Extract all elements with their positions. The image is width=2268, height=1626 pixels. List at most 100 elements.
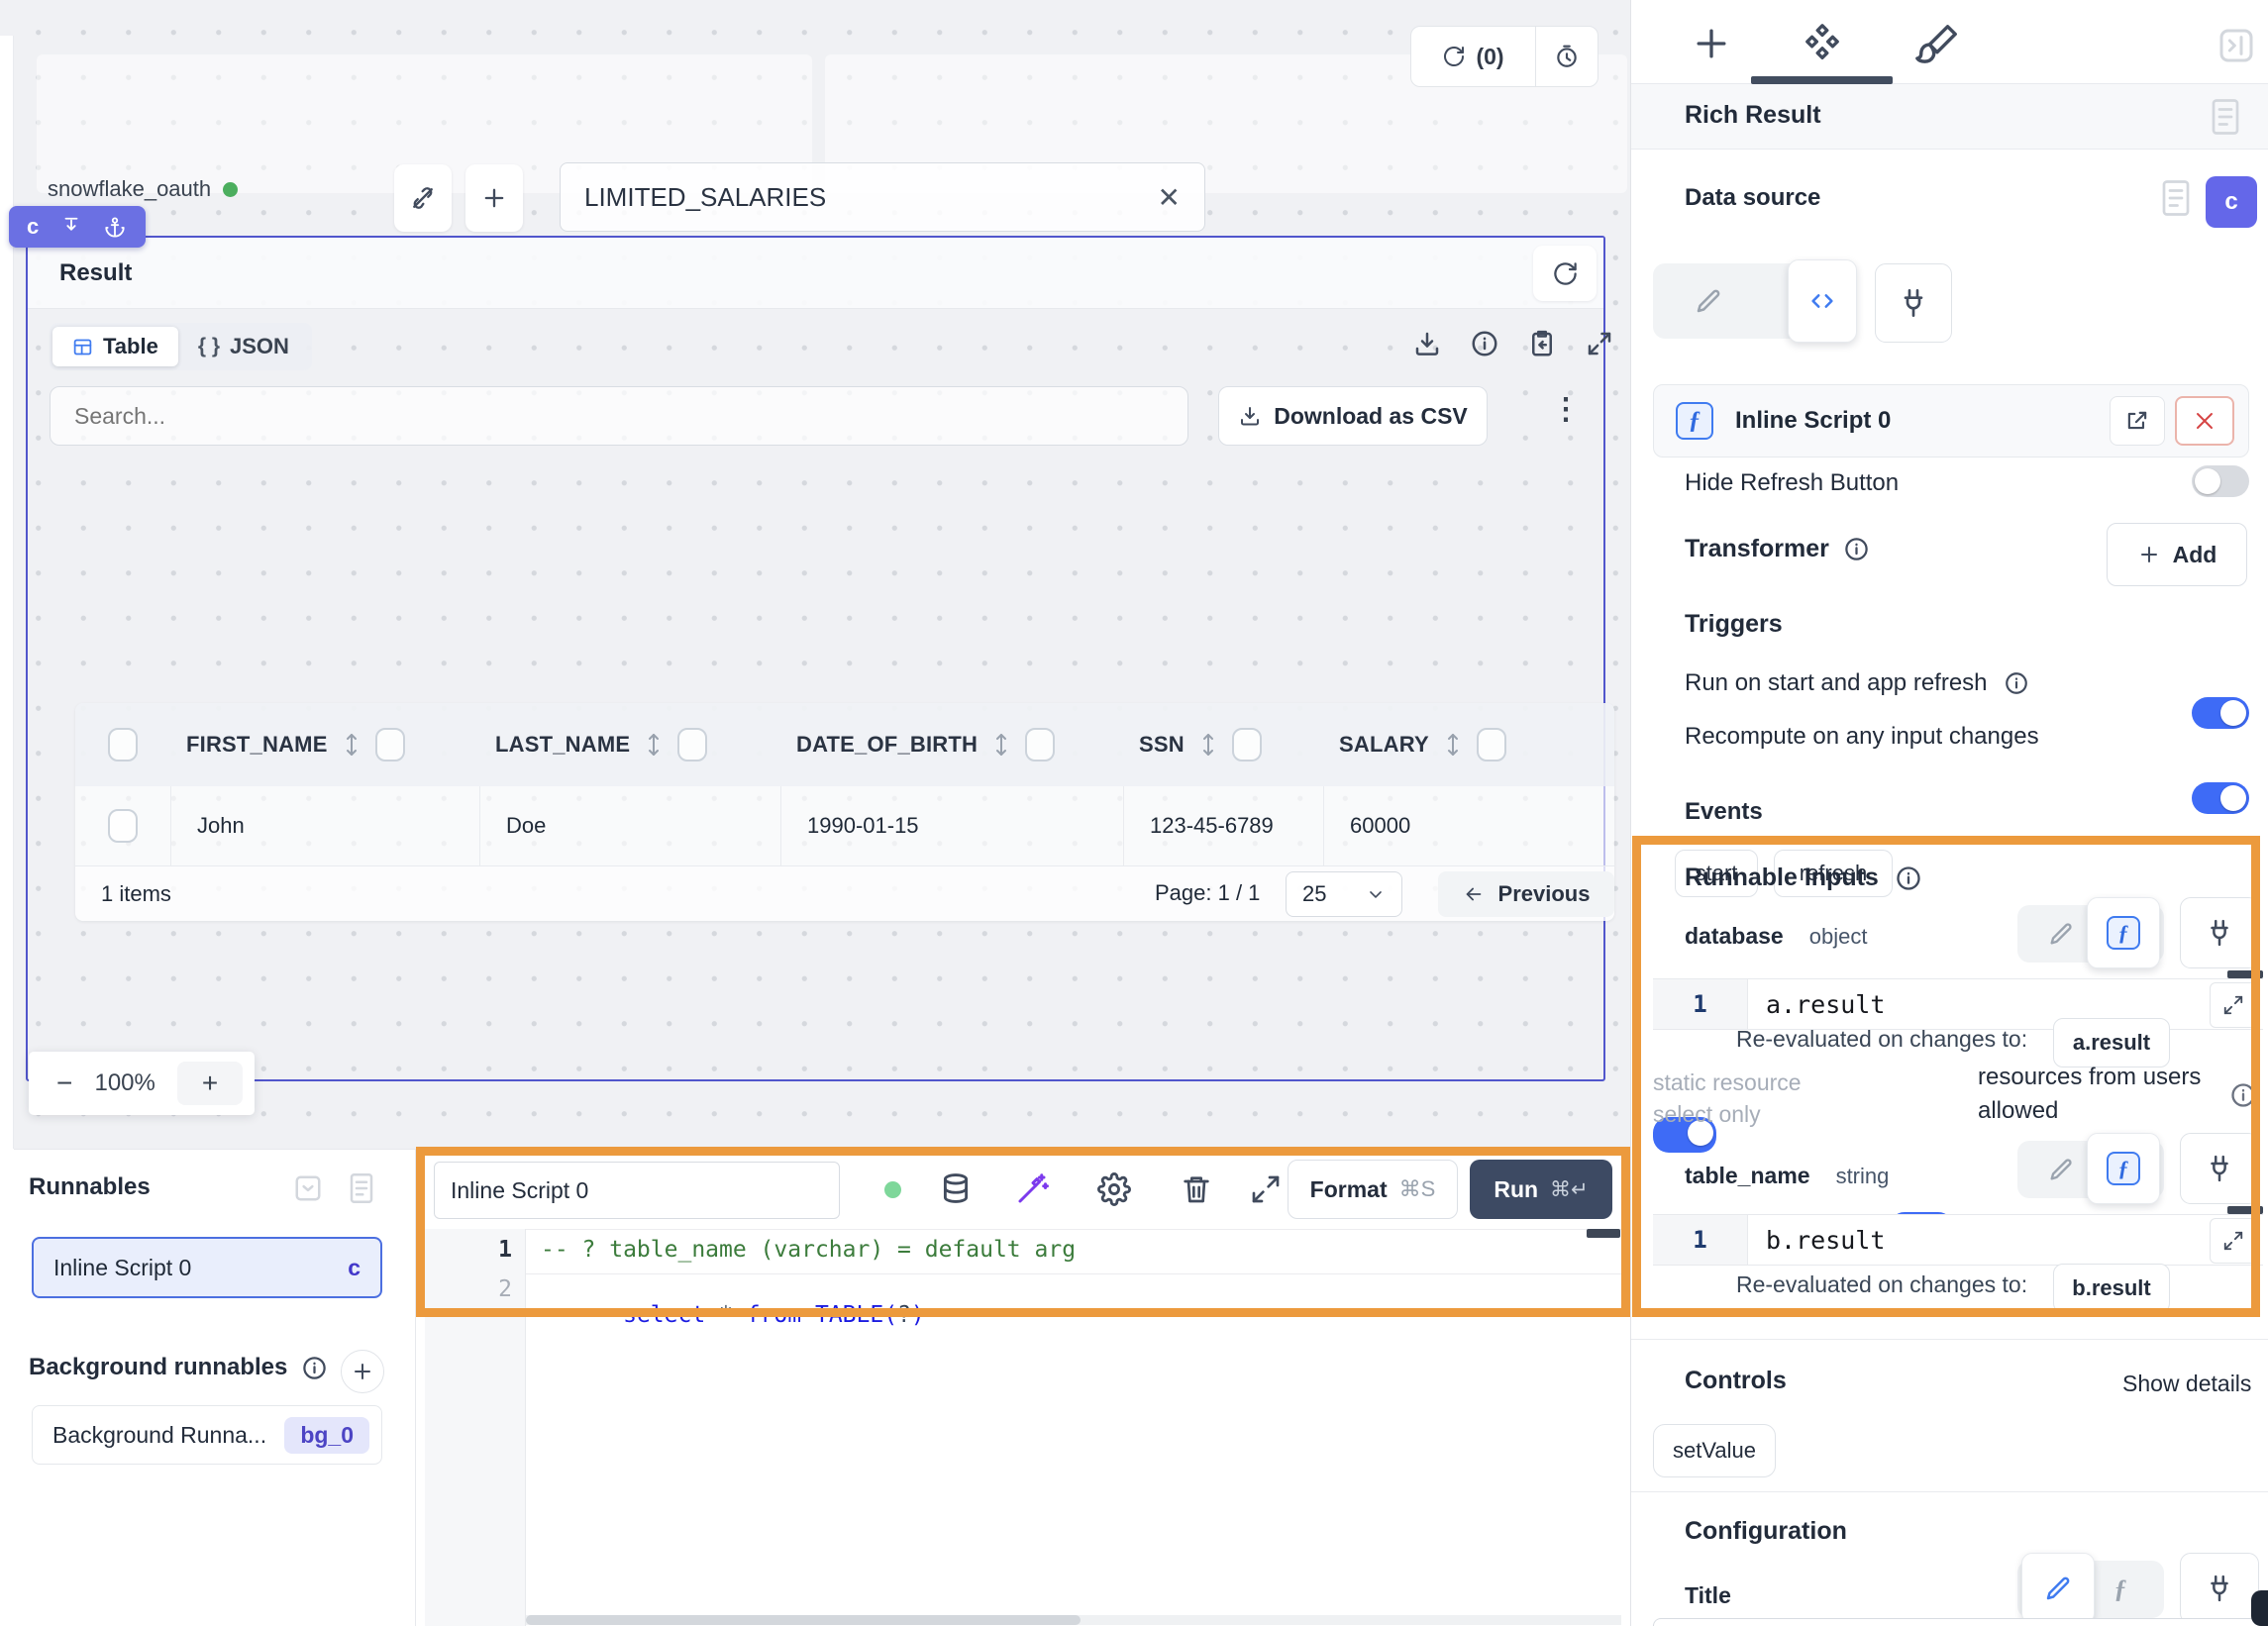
table-name-connect-button[interactable] (2180, 1133, 2259, 1204)
result-refresh-button[interactable] (1533, 246, 1597, 301)
open-script-button[interactable] (2110, 396, 2165, 446)
sort-icon[interactable] (991, 732, 1011, 758)
info-icon[interactable] (2004, 670, 2029, 696)
ai-wand-icon[interactable] (1014, 1171, 1050, 1207)
run-on-start-toggle[interactable] (2192, 697, 2249, 729)
runnable-badge: c (348, 1255, 361, 1281)
search-input[interactable] (74, 403, 1164, 430)
table-row[interactable]: John Doe 1990-01-15 123-45-6789 60000 (75, 786, 1614, 865)
previous-page-button[interactable]: Previous (1438, 871, 1614, 917)
zoom-in-button[interactable]: + (177, 1062, 243, 1105)
code-line-1[interactable]: -- ? table_name (varchar) = default arg (541, 1237, 1076, 1263)
expand-code-button[interactable] (2210, 982, 2257, 1028)
runnable-item-selected[interactable]: Inline Script 0 c (32, 1237, 382, 1298)
run-button[interactable]: Run ⌘↵ (1470, 1160, 1612, 1219)
delete-icon[interactable] (1181, 1172, 1212, 1206)
info-icon[interactable] (1470, 329, 1499, 358)
fullscreen-icon[interactable] (1585, 329, 1614, 358)
control-pill-setvalue[interactable]: setValue (1653, 1424, 1776, 1477)
database-function-mode-active[interactable]: ƒ (2087, 897, 2160, 968)
tab-add-component-icon[interactable] (1690, 22, 1733, 65)
column-checkbox[interactable] (1025, 728, 1055, 762)
editor-hscroll-thumb[interactable] (526, 1615, 1081, 1625)
sort-icon[interactable] (342, 732, 361, 758)
format-button[interactable]: Format ⌘S (1288, 1160, 1458, 1219)
clear-input-icon[interactable]: ✕ (1158, 181, 1181, 214)
background-runnable-item[interactable]: Background Runna... bg_0 (32, 1405, 382, 1465)
settings-gear-icon[interactable] (1097, 1172, 1131, 1206)
database-code-input[interactable]: 1 a.result (1653, 978, 2263, 1030)
add-query-button[interactable] (465, 164, 523, 232)
row-checkbox[interactable] (108, 809, 138, 843)
tab-json[interactable]: { } JSON (178, 327, 309, 366)
tab-styles-icon[interactable] (1914, 22, 1960, 67)
unlink-button[interactable] (394, 164, 452, 232)
title-edit-mode-active[interactable] (2021, 1553, 2095, 1624)
collapse-panel-icon[interactable] (2216, 26, 2256, 65)
app-canvas[interactable]: (0) snowflake_oauth ✕ c (0, 0, 1630, 1149)
sort-icon[interactable] (1443, 732, 1463, 758)
info-icon[interactable] (1895, 864, 1922, 892)
info-icon[interactable] (301, 1355, 328, 1381)
database-icon[interactable] (939, 1171, 973, 1205)
zoom-out-button[interactable]: − (56, 1067, 72, 1099)
tab-table[interactable]: Table (52, 327, 178, 366)
recompute-toggle[interactable] (2192, 782, 2249, 814)
edit-pencil-icon[interactable] (1694, 286, 1723, 316)
title-input-partial[interactable] (1653, 1618, 2263, 1626)
column-checkbox[interactable] (677, 728, 707, 762)
selection-toolbar: c (9, 206, 146, 248)
show-details-link[interactable]: Show details (2122, 1371, 2251, 1397)
add-transformer-button[interactable]: Add (2107, 523, 2247, 586)
clipboard-import-icon[interactable] (1527, 329, 1557, 358)
download-icon[interactable] (1412, 329, 1442, 358)
download-csv-button[interactable]: Download as CSV (1218, 386, 1488, 446)
column-checkbox[interactable] (375, 728, 405, 762)
refresh-count-button[interactable]: (0) (1411, 27, 1535, 86)
column-checkbox[interactable] (1232, 728, 1262, 762)
sort-icon[interactable] (1198, 732, 1218, 758)
select-all-checkbox[interactable] (108, 728, 138, 762)
reeval-target-pill[interactable]: b.result (2053, 1264, 2170, 1313)
hide-refresh-toggle[interactable] (2192, 465, 2249, 497)
sql-function: TABLE( (801, 1302, 897, 1328)
editor-scrollbar-thumb[interactable] (1587, 1229, 1620, 1238)
info-icon[interactable] (2229, 1081, 2257, 1109)
title-connect-button[interactable] (2180, 1553, 2259, 1624)
history-button[interactable] (1536, 27, 1598, 86)
remove-script-button[interactable] (2175, 396, 2234, 446)
floating-helper-sliver[interactable] (2251, 1590, 2268, 1626)
anchor-icon[interactable] (104, 216, 126, 238)
table-name-function-mode-active[interactable]: ƒ (2087, 1133, 2160, 1204)
edit-pencil-icon[interactable] (2047, 920, 2075, 948)
expand-code-button[interactable] (2210, 1218, 2257, 1264)
edit-pencil-icon[interactable] (2047, 1156, 2075, 1183)
download-icon (1238, 404, 1262, 428)
docs-icon[interactable] (2208, 96, 2243, 138)
connect-mode-button[interactable] (1875, 263, 1952, 343)
code-line-2[interactable]: select * from TABLE(?) (541, 1276, 925, 1354)
docs-icon[interactable] (347, 1171, 376, 1205)
add-label: Add (2173, 542, 2217, 568)
sort-icon[interactable] (644, 732, 664, 758)
function-mode-icon[interactable]: ƒ (2114, 1575, 2127, 1604)
page-size-select[interactable]: 25 (1286, 871, 1402, 917)
table-kebab-menu[interactable]: ⋮ (1551, 392, 1582, 427)
info-icon[interactable] (1843, 536, 1870, 562)
collapse-list-icon[interactable] (293, 1173, 323, 1203)
database-connect-button[interactable] (2180, 897, 2259, 968)
script-name-input[interactable] (451, 1177, 823, 1204)
table-name-code-input[interactable]: 1 b.result (1653, 1214, 2263, 1266)
table-name-input[interactable] (584, 182, 1158, 213)
component-ref-badge[interactable]: c (2206, 176, 2257, 228)
move-down-icon[interactable] (60, 216, 82, 238)
code-mode-button-active[interactable] (1788, 259, 1857, 343)
expand-editor-icon[interactable] (1250, 1173, 1282, 1205)
tab-components-icon[interactable] (1798, 20, 1847, 69)
data-source-script-row[interactable]: ƒ Inline Script 0 (1653, 384, 2249, 457)
reeval-target-pill[interactable]: a.result (2053, 1018, 2170, 1067)
docs-icon[interactable] (2158, 176, 2194, 220)
column-checkbox[interactable] (1477, 728, 1506, 762)
add-background-runnable-button[interactable] (341, 1350, 384, 1393)
rich-result-component[interactable]: Result Table { } JSON (26, 236, 1605, 1081)
